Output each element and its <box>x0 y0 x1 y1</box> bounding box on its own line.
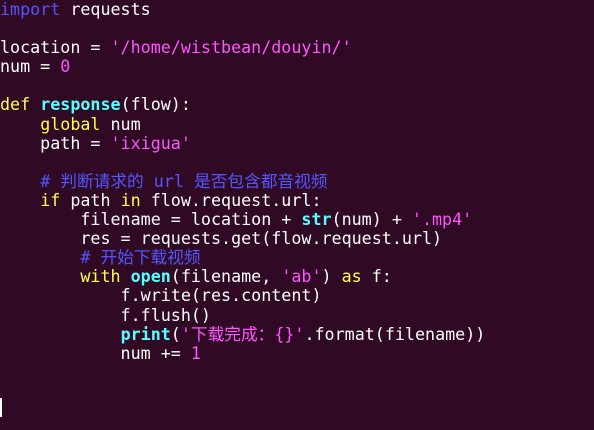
code-text: num += <box>0 342 191 363</box>
code-text: (flow): <box>120 94 191 115</box>
code-text: num = <box>0 56 61 77</box>
code-text: f.write(res.content) <box>0 285 322 306</box>
keyword: global <box>40 113 101 134</box>
number-literal: 0 <box>60 56 71 77</box>
comment: # 开始下载视频 <box>80 247 201 268</box>
code-line-11: if path in flow.request.url: <box>0 189 594 210</box>
code-line-8: path = 'ixigua' <box>0 132 594 153</box>
code-text: .format(filename)) <box>304 323 486 344</box>
keyword: if <box>40 189 61 210</box>
code-text: location = <box>0 37 111 58</box>
keyword: import <box>0 0 61 19</box>
code-line-17: f.flush() <box>0 304 594 325</box>
code-text: ( <box>170 323 181 344</box>
code-text: ) <box>321 266 342 287</box>
code-text: num <box>100 113 141 134</box>
string-literal: '下载完成：{}' <box>180 323 305 344</box>
string-literal: '/home/wistbean/douyin/' <box>110 37 352 58</box>
code-text: f: <box>361 266 392 287</box>
code-text: f.flush() <box>0 304 211 325</box>
keyword: in <box>120 189 141 210</box>
code-editor[interactable]: import requests location = '/home/wistbe… <box>0 0 594 430</box>
code-text: filename = location + <box>0 209 302 230</box>
builtin-function: str <box>301 209 332 230</box>
code-text: requests <box>60 0 151 19</box>
keyword: def <box>0 94 31 115</box>
code-text: path <box>60 189 121 210</box>
code-line-12: filename = location + str(num) + '.mp4' <box>0 209 594 230</box>
code-text: res = requests.get(flow.request.url) <box>0 228 443 249</box>
number-literal: 1 <box>190 342 201 363</box>
code-line-6: def response(flow): <box>0 95 594 114</box>
code-text: path = <box>0 132 111 153</box>
code-line-4: num = 0 <box>0 57 594 76</box>
string-literal: 'ixigua' <box>110 132 191 153</box>
string-literal: 'ab' <box>281 266 322 287</box>
code-line-13: res = requests.get(flow.request.url) <box>0 229 594 248</box>
keyword: as <box>341 266 362 287</box>
string-literal: '.mp4' <box>411 209 473 230</box>
builtin-function: open <box>130 266 171 287</box>
builtin-function: print <box>120 323 171 344</box>
code-text: (filename, <box>170 266 282 287</box>
code-line-10: # 判断请求的 url 是否包含都音视频 <box>0 170 594 191</box>
function-name: response <box>40 94 121 115</box>
code-line-18: print('下载完成：{}'.format(filename)) <box>0 323 594 344</box>
code-line-19: num += 1 <box>0 342 594 363</box>
code-line-3: location = '/home/wistbean/douyin/' <box>0 38 594 57</box>
code-line-7: global num <box>0 113 594 134</box>
text-cursor <box>0 398 2 417</box>
keyword: with <box>80 266 121 287</box>
code-line-16: f.write(res.content) <box>0 286 594 305</box>
code-line-15: with open(filename, 'ab') as f: <box>0 267 594 286</box>
code-text: flow.request.url: <box>140 189 322 210</box>
code-line-1: import requests <box>0 0 594 19</box>
code-text: (num) + <box>331 209 412 230</box>
comment: # 判断请求的 url 是否包含都音视频 <box>40 170 328 191</box>
code-line-14: # 开始下载视频 <box>0 248 594 267</box>
